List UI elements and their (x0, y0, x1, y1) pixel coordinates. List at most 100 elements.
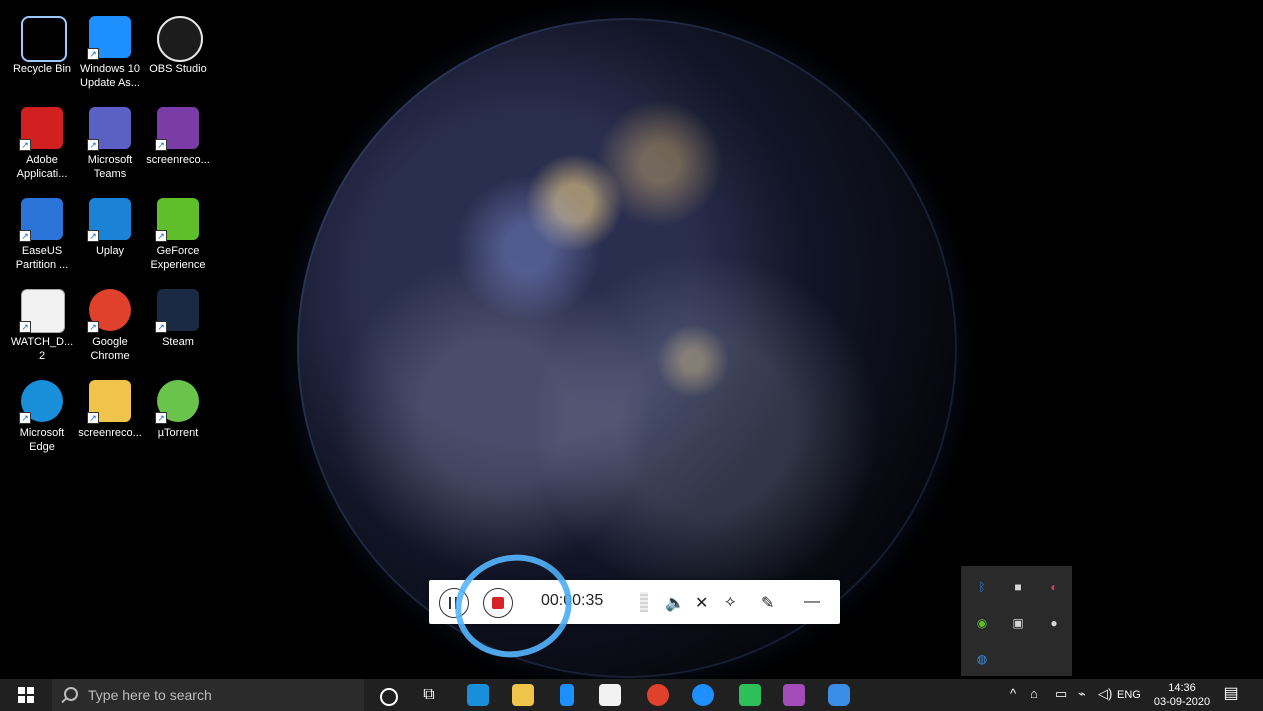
video-icon[interactable] (828, 684, 850, 706)
file-explorer-icon[interactable] (512, 684, 534, 706)
search-icon (64, 687, 78, 701)
usb-icon[interactable]: ⌁ (1078, 686, 1086, 711)
taskbar: Type here to search ⧉ ^ ⌂ ▭ ⌁ ◁) ENG 14:… (0, 679, 1263, 711)
notifications-icon[interactable]: ▤ (1223, 686, 1239, 702)
geforce-icon: ↗ (155, 198, 199, 242)
edge-icon[interactable] (467, 684, 489, 706)
desktop-icon-label: screenreco... (78, 427, 142, 439)
desktop-icon[interactable]: ↗ Uplay (76, 192, 144, 280)
desktop-icon-label: Windows 10 Update As... (80, 63, 140, 89)
desktop-icon-label: Steam (162, 336, 194, 348)
windows-logo-icon (18, 687, 25, 694)
desktop-icon[interactable]: ↗ Steam (144, 283, 212, 371)
search-placeholder: Type here to search (88, 687, 212, 703)
desktop: Recycle Bin ↗ Windows 10 Update As... OBS S… (0, 0, 1263, 711)
network-icon[interactable]: ⌂ (1030, 686, 1038, 711)
clock-date: 03-09-2020 (1153, 696, 1211, 708)
meet-icon[interactable]: ◍ (973, 650, 991, 668)
volume-icon[interactable]: ◁) (1098, 686, 1112, 711)
desktop-icon[interactable]: ↗ screenreco... (76, 374, 144, 462)
shortcut-arrow-icon: ↗ (87, 321, 99, 333)
mic-muted-icon[interactable]: ✕ (695, 593, 708, 613)
nvidia-icon[interactable]: ◉ (973, 614, 991, 632)
desktop-icon-label: WATCH_D... 2 (10, 336, 74, 362)
search-box[interactable]: Type here to search (52, 679, 364, 711)
battery-icon[interactable]: ▭ (1055, 686, 1067, 711)
phone-icon[interactable] (560, 684, 574, 706)
minimize-icon[interactable]: — (804, 593, 820, 611)
jetbrains-icon[interactable] (783, 684, 805, 706)
uplay-icon: ↗ (87, 198, 131, 242)
desktop-icon-label: Recycle Bin (12, 63, 72, 75)
security-icon[interactable]: ■ (1009, 578, 1027, 596)
store-icon[interactable] (599, 684, 621, 706)
windows-update-icon: ↗ (87, 16, 131, 60)
adobe-icon: ↗ (19, 107, 63, 151)
chrome-icon: ↗ (87, 289, 131, 333)
folder-icon: ↗ (87, 380, 131, 424)
desktop-icon-label: Adobe Applicati... (16, 154, 68, 180)
desktop-icon[interactable]: ↗ µTorrent (144, 374, 212, 462)
recycle-bin-icon (21, 16, 67, 62)
desktop-icon[interactable]: ↗ Google Chrome (76, 283, 144, 371)
desktop-icon-label: Google Chrome (90, 336, 130, 362)
task-view-icon[interactable]: ⧉ (418, 684, 440, 706)
speaker-icon[interactable]: 🔈 (665, 593, 685, 613)
shortcut-arrow-icon: ↗ (19, 139, 31, 151)
desktop-icon[interactable]: ↗ Microsoft Teams (76, 101, 144, 189)
language-indicator[interactable]: ENG (1117, 689, 1141, 701)
desktop-icon-label: screenreco... (146, 154, 210, 166)
shortcut-arrow-icon: ↗ (87, 412, 99, 424)
internet-explorer-icon[interactable] (692, 684, 714, 706)
desktop-icon-label: µTorrent (157, 427, 199, 439)
edge-icon: ↗ (19, 380, 63, 424)
toolbar-divider (640, 592, 648, 612)
cortana-icon[interactable] (380, 688, 398, 706)
desktop-icon-label: GeForce Experience (150, 245, 206, 271)
shortcut-arrow-icon: ↗ (19, 321, 31, 333)
chrome-icon[interactable] (647, 684, 669, 706)
shortcut-arrow-icon: ↗ (87, 48, 99, 60)
shortcut-arrow-icon: ↗ (155, 139, 167, 151)
desktop-icon-label: Microsoft Edge (19, 427, 65, 453)
app-icon[interactable] (739, 684, 761, 706)
shortcut-arrow-icon: ↗ (155, 230, 167, 242)
pen-icon[interactable]: ✎ (761, 593, 774, 613)
desktop-icon[interactable]: ↗ screenreco... (144, 101, 212, 189)
archive-icon: ↗ (155, 107, 199, 151)
desktop-icon[interactable]: ↗ Windows 10 Update As... (76, 10, 144, 98)
start-button[interactable] (18, 687, 34, 703)
clock-time: 14:36 (1168, 682, 1196, 694)
desktop-icon-label: Microsoft Teams (87, 154, 133, 180)
shortcut-arrow-icon: ↗ (87, 139, 99, 151)
desktop-icon[interactable]: ↗ Adobe Applicati... (8, 101, 76, 189)
desktop-icon[interactable]: ↗ GeForce Experience (144, 192, 212, 280)
easeus-icon: ↗ (19, 198, 63, 242)
shortcut-arrow-icon: ↗ (19, 230, 31, 242)
obs-icon (157, 16, 203, 62)
bluetooth-icon[interactable]: ᛒ (973, 578, 991, 596)
camera-muted-icon[interactable]: ⟡ (725, 593, 736, 611)
system-clock[interactable]: 14:36 03-09-2020 (1148, 681, 1216, 709)
watchdogs-icon: ↗ (19, 289, 65, 333)
desktop-icon-label: Uplay (95, 245, 125, 257)
evernote-icon[interactable]: ● (1045, 614, 1063, 632)
shortcut-arrow-icon: ↗ (87, 230, 99, 242)
shortcut-arrow-icon: ↗ (155, 321, 167, 333)
desktop-icon[interactable]: ↗ WATCH_D... 2 (8, 283, 76, 371)
display-icon[interactable]: ▣ (1009, 614, 1027, 632)
shortcut-arrow-icon: ↗ (155, 412, 167, 424)
desktop-icon-label: EaseUS Partition ... (15, 245, 69, 271)
desktop-icon-label: OBS Studio (149, 63, 207, 75)
desktop-icon[interactable]: OBS Studio (144, 10, 212, 98)
adobe-cc-icon[interactable]: ◐ (1045, 578, 1063, 596)
desktop-icon[interactable]: ↗ Microsoft Edge (8, 374, 76, 462)
earth-wallpaper (297, 18, 957, 678)
teams-icon: ↗ (87, 107, 131, 151)
utorrent-icon: ↗ (155, 380, 199, 424)
steam-icon: ↗ (155, 289, 199, 333)
tray-chevron-up-icon[interactable]: ^ (1010, 686, 1016, 711)
desktop-icon[interactable]: Recycle Bin (8, 10, 76, 98)
shortcut-arrow-icon: ↗ (19, 412, 31, 424)
desktop-icon[interactable]: ↗ EaseUS Partition ... (8, 192, 76, 280)
